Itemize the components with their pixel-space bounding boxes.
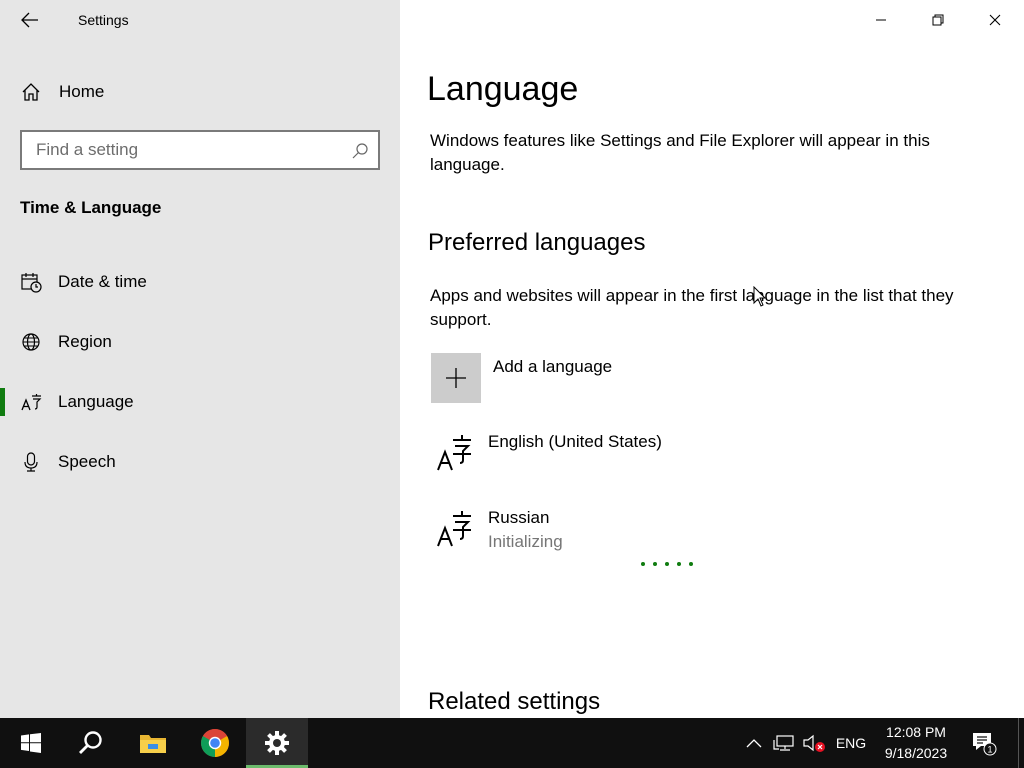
language-item-english[interactable]: English (United States) xyxy=(430,432,990,492)
back-button[interactable] xyxy=(14,6,46,34)
language-icon xyxy=(437,511,471,547)
folder-icon xyxy=(140,735,166,753)
add-language-button[interactable]: Add a language xyxy=(430,352,730,404)
sidebar-item-label: Language xyxy=(58,392,134,411)
sidebar-item-region[interactable]: Region xyxy=(0,320,400,364)
volume-tray-button[interactable] xyxy=(800,718,828,768)
start-button[interactable] xyxy=(0,718,62,768)
globe-icon xyxy=(22,333,40,351)
gear-icon xyxy=(265,731,289,755)
show-desktop-button[interactable] xyxy=(1018,718,1024,768)
input-language-button[interactable]: ENG xyxy=(832,718,870,768)
active-indicator xyxy=(0,388,5,416)
notification-count: 1 xyxy=(987,745,992,755)
home-icon xyxy=(22,83,40,101)
taskbar: ENG 12:08 PM 9/18/2023 1 xyxy=(0,718,1024,768)
sidebar-item-label: Date & time xyxy=(58,272,147,291)
sidebar-item-label: Speech xyxy=(58,452,116,471)
search-icon[interactable] xyxy=(350,141,370,161)
language-icon xyxy=(21,394,42,411)
sidebar-item-speech[interactable]: Speech xyxy=(0,440,400,484)
sidebar-item-date-time[interactable]: Date & time xyxy=(0,260,400,304)
mouse-cursor-icon xyxy=(753,286,767,307)
chrome-icon xyxy=(201,729,229,757)
add-icon-box xyxy=(431,353,481,403)
clock-date: 9/18/2023 xyxy=(884,745,948,761)
language-status: Initializing xyxy=(488,532,563,551)
close-icon xyxy=(989,14,1000,26)
windows-display-description: Windows features like Settings and File … xyxy=(430,131,930,174)
app-title: Settings xyxy=(78,12,129,28)
restore-icon xyxy=(932,14,943,26)
sidebar: Settings Home Time & Language Date & tim… xyxy=(0,0,400,718)
related-settings-heading: Related settings xyxy=(428,688,601,715)
progress-indicator xyxy=(641,562,701,568)
settings-taskbar-button[interactable] xyxy=(246,718,308,768)
restore-button[interactable] xyxy=(909,0,966,40)
back-arrow-icon xyxy=(21,12,38,28)
page-title: Language xyxy=(427,70,579,108)
search-box[interactable] xyxy=(20,130,380,170)
language-item-russian[interactable]: Russian Initializing xyxy=(430,508,990,568)
search-input[interactable] xyxy=(22,132,342,168)
sidebar-item-language[interactable]: Language xyxy=(0,380,400,424)
preferred-languages-heading: Preferred languages xyxy=(428,229,646,256)
language-name: Russian xyxy=(488,508,550,527)
section-title: Time & Language xyxy=(20,198,162,217)
content-pane: Language Windows features like Settings … xyxy=(400,0,1024,718)
nav-home-label: Home xyxy=(59,82,105,101)
plus-icon xyxy=(446,368,466,388)
action-center-button[interactable]: 1 xyxy=(966,718,1002,768)
minimize-button[interactable] xyxy=(852,0,909,40)
search-button[interactable] xyxy=(60,718,122,768)
close-button[interactable] xyxy=(966,0,1023,40)
sidebar-item-label: Region xyxy=(58,332,112,351)
input-language-label: ENG xyxy=(835,735,867,751)
minimize-icon xyxy=(875,19,886,21)
windows-logo-icon xyxy=(21,733,41,753)
network-tray-button[interactable] xyxy=(770,718,798,768)
add-language-label: Add a language xyxy=(493,357,613,376)
nav-home[interactable]: Home xyxy=(0,72,400,112)
notification-icon: 1 xyxy=(973,733,997,756)
network-icon xyxy=(773,735,794,751)
settings-window: Settings Home Time & Language Date & tim… xyxy=(0,0,1024,768)
clock-time: 12:08 PM xyxy=(886,724,946,740)
search-icon xyxy=(79,731,102,754)
volume-muted-icon xyxy=(803,734,825,752)
language-name: English (United States) xyxy=(488,432,662,451)
file-explorer-button[interactable] xyxy=(122,718,184,768)
preferred-languages-description: Apps and websites will appear in the fir… xyxy=(430,286,954,329)
tray-overflow-button[interactable] xyxy=(742,718,766,768)
microphone-icon xyxy=(24,452,38,472)
chevron-up-icon xyxy=(746,739,762,748)
calendar-clock-icon xyxy=(21,273,42,293)
clock[interactable]: 12:08 PM 9/18/2023 xyxy=(872,722,960,764)
language-icon xyxy=(437,435,471,471)
chrome-button[interactable] xyxy=(184,718,246,768)
